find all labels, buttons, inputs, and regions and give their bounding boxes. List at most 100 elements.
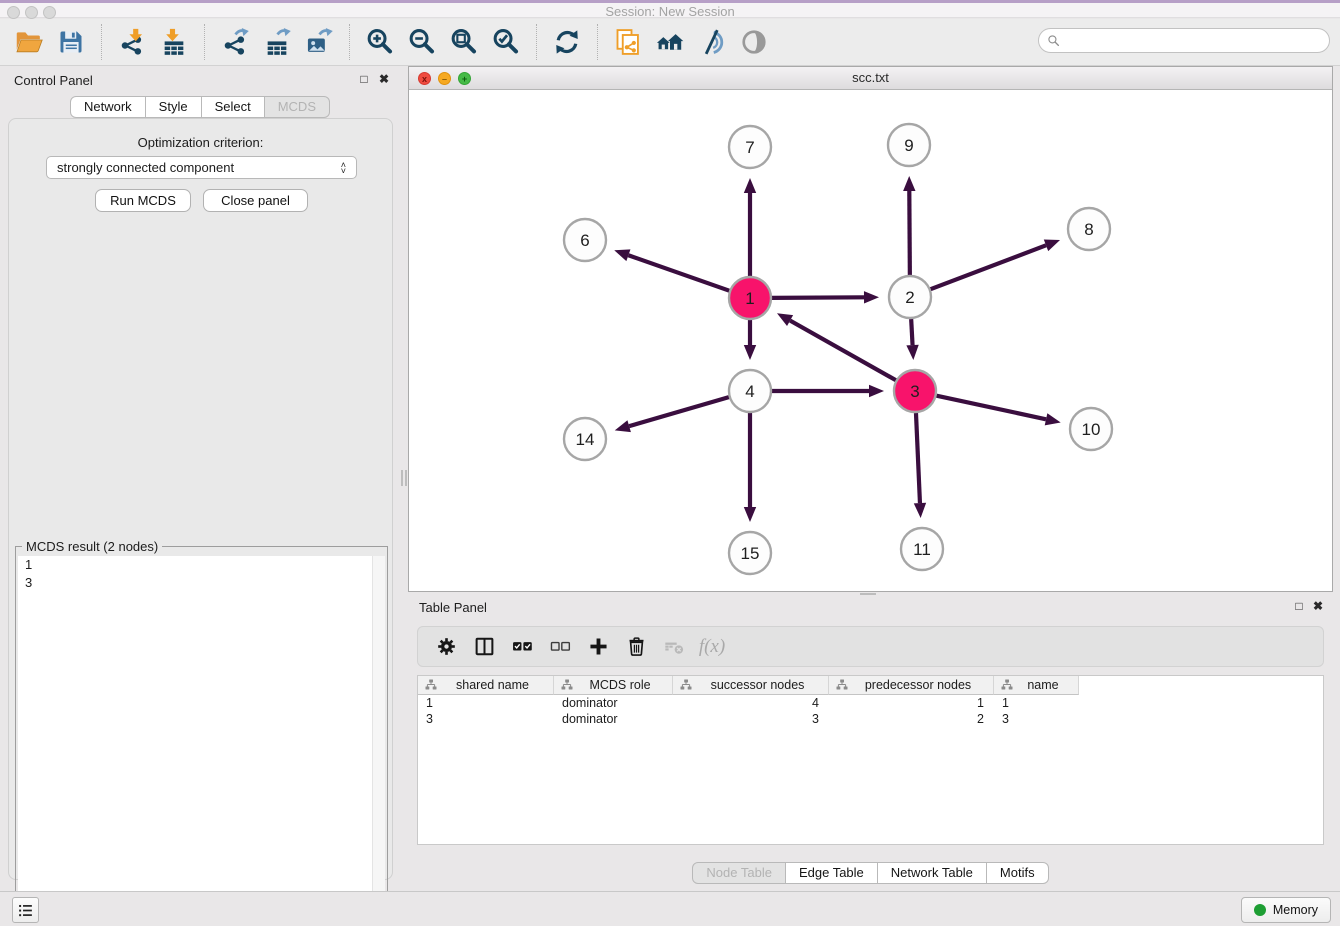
- edge-4-3[interactable]: [772, 385, 884, 397]
- network-canvas[interactable]: 7 9 6 8 1 2 4 3 14 10 15 11: [409, 90, 1332, 591]
- table-body: 1dominator4113dominator323: [418, 695, 1323, 727]
- edge-3-10[interactable]: [937, 396, 1061, 426]
- tab-style[interactable]: Style: [146, 96, 202, 118]
- graph-node-2[interactable]: 2: [889, 276, 931, 318]
- attr-tree-icon: [836, 679, 848, 691]
- delete-table-icon: [664, 636, 685, 657]
- show-hide-details-button[interactable]: [695, 25, 729, 59]
- graph-node-3[interactable]: 3: [894, 370, 936, 412]
- column-header-shared-name[interactable]: shared name: [418, 676, 554, 695]
- zoom-in-button[interactable]: [363, 25, 397, 59]
- unselect-all-button[interactable]: [548, 635, 572, 659]
- scrollbar-track[interactable]: [372, 556, 385, 923]
- table-row[interactable]: 3dominator323: [418, 711, 1323, 727]
- graph-node-14[interactable]: 14: [564, 418, 606, 460]
- mcds-result-group: MCDS result (2 nodes) 13: [15, 546, 388, 926]
- apply-layout-button[interactable]: [550, 25, 584, 59]
- edge-1-7[interactable]: [744, 178, 756, 276]
- gear-button[interactable]: [434, 635, 458, 659]
- edge-2-9[interactable]: [903, 176, 915, 275]
- open-folder-button[interactable]: [12, 25, 46, 59]
- edge-1-2[interactable]: [772, 291, 879, 303]
- cell-MCDS-role[interactable]: dominator: [554, 711, 673, 727]
- select-all-button[interactable]: [510, 635, 534, 659]
- cell-predecessor-nodes[interactable]: 2: [829, 711, 994, 727]
- edge-1-4[interactable]: [744, 320, 756, 360]
- memory-button[interactable]: Memory: [1241, 897, 1331, 923]
- panels-menu-button[interactable]: [12, 897, 39, 923]
- mcds-result-list[interactable]: 13: [18, 556, 385, 923]
- tab-network[interactable]: Network: [70, 96, 146, 118]
- graph-node-4[interactable]: 4: [729, 370, 771, 412]
- cell-shared-name[interactable]: 3: [418, 711, 554, 727]
- edge-3-11[interactable]: [914, 413, 926, 518]
- tab-edge-table[interactable]: Edge Table: [786, 862, 878, 884]
- table-row[interactable]: 1dominator411: [418, 695, 1323, 711]
- network-graph[interactable]: 7 9 6 8 1 2 4 3 14 10 15 11: [409, 90, 1332, 591]
- close-panel-button[interactable]: Close panel: [203, 189, 308, 212]
- edge-4-15[interactable]: [744, 413, 756, 522]
- save-button[interactable]: [54, 25, 88, 59]
- export-image-button[interactable]: [302, 25, 336, 59]
- tab-network-table[interactable]: Network Table: [878, 862, 987, 884]
- column-header-successor-nodes[interactable]: successor nodes: [673, 676, 829, 695]
- edge-2-3[interactable]: [906, 319, 918, 360]
- export-table-button[interactable]: [260, 25, 294, 59]
- memory-label: Memory: [1273, 903, 1318, 917]
- cell-shared-name[interactable]: 1: [418, 695, 554, 711]
- run-mcds-button[interactable]: Run MCDS: [95, 189, 191, 212]
- table-panel-close-icon[interactable]: ✖: [1310, 599, 1326, 613]
- control-panel-float-icon[interactable]: □: [356, 72, 372, 86]
- mcds-panel: Optimization criterion: strongly connect…: [8, 118, 393, 880]
- edge-4-14[interactable]: [615, 397, 729, 432]
- graph-node-15[interactable]: 15: [729, 532, 771, 574]
- graph-node-8[interactable]: 8: [1068, 208, 1110, 250]
- graph-node-11[interactable]: 11: [901, 528, 943, 570]
- tab-select[interactable]: Select: [202, 96, 265, 118]
- zoom-fit-icon: [450, 28, 478, 56]
- import-table-button[interactable]: [157, 25, 191, 59]
- tab-node-table[interactable]: Node Table: [692, 862, 786, 884]
- import-network-button[interactable]: [115, 25, 149, 59]
- column-header-predecessor-nodes[interactable]: predecessor nodes: [829, 676, 994, 695]
- zoom-selected-button[interactable]: [489, 25, 523, 59]
- cell-name[interactable]: 3: [994, 711, 1079, 727]
- delete-column-button[interactable]: [624, 635, 648, 659]
- control-panel-close-icon[interactable]: ✖: [376, 72, 392, 86]
- optimization-criterion-select[interactable]: strongly connected component ˄˅: [46, 156, 357, 179]
- toolbar-separator: [101, 24, 102, 60]
- svg-text:8: 8: [1084, 220, 1093, 239]
- column-header-MCDS-role[interactable]: MCDS role: [554, 676, 673, 695]
- tab-mcds[interactable]: MCDS: [265, 96, 330, 118]
- vertical-splitter-grip[interactable]: [401, 470, 407, 486]
- app-titlebar: Session: New Session: [0, 0, 1340, 18]
- column-header-name[interactable]: name: [994, 676, 1079, 695]
- edge-1-6[interactable]: [614, 249, 729, 290]
- add-column-button[interactable]: [586, 635, 610, 659]
- graph-node-7[interactable]: 7: [729, 126, 771, 168]
- edge-2-8[interactable]: [931, 240, 1060, 290]
- cell-name[interactable]: 1: [994, 695, 1079, 711]
- cell-successor-nodes[interactable]: 4: [673, 695, 829, 711]
- table-panel-float-icon[interactable]: □: [1291, 599, 1307, 613]
- export-network-button[interactable]: [218, 25, 252, 59]
- edge-3-1[interactable]: [777, 313, 896, 380]
- cell-MCDS-role[interactable]: dominator: [554, 695, 673, 711]
- cell-successor-nodes[interactable]: 3: [673, 711, 829, 727]
- network-window-titlebar[interactable]: x – + scc.txt: [409, 67, 1332, 90]
- columns-button[interactable]: [472, 635, 496, 659]
- graph-node-10[interactable]: 10: [1070, 408, 1112, 450]
- tab-motifs[interactable]: Motifs: [987, 862, 1049, 884]
- graph-node-9[interactable]: 9: [888, 124, 930, 166]
- search-box[interactable]: [1038, 28, 1330, 53]
- graph-node-1[interactable]: 1: [729, 277, 771, 319]
- cell-predecessor-nodes[interactable]: 1: [829, 695, 994, 711]
- import-table-icon: [160, 28, 188, 56]
- zoom-out-button[interactable]: [405, 25, 439, 59]
- graph-node-6[interactable]: 6: [564, 219, 606, 261]
- search-input[interactable]: [1065, 33, 1321, 48]
- birds-eye-view-button[interactable]: [737, 25, 771, 59]
- first-neighbors-button[interactable]: [653, 25, 687, 59]
- zoom-fit-button[interactable]: [447, 25, 481, 59]
- clone-network-button[interactable]: [611, 25, 645, 59]
